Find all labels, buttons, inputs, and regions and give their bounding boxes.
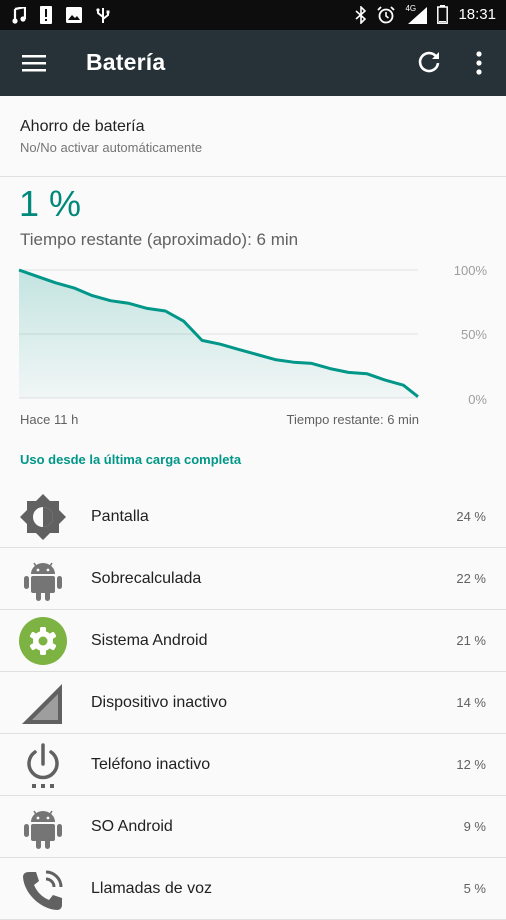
list-item-percent: 21 % bbox=[456, 633, 486, 648]
signal-bars-icon bbox=[22, 684, 62, 724]
phone-call-icon bbox=[23, 870, 63, 910]
brightness-icon bbox=[20, 494, 66, 540]
remaining-time: Tiempo restante (aproximado): 6 min bbox=[20, 230, 299, 249]
battery-icon bbox=[437, 5, 449, 24]
page-title: Batería bbox=[86, 49, 166, 75]
list-item[interactable]: Dispositivo inactivo 14 % bbox=[0, 672, 506, 734]
usb-icon bbox=[96, 7, 110, 23]
list-item-label: Pantalla bbox=[91, 508, 149, 525]
list-item[interactable]: Pantalla 24 % bbox=[0, 486, 506, 548]
refresh-icon[interactable] bbox=[416, 49, 442, 75]
battery-history-chart[interactable]: 100% 50% 0% bbox=[0, 258, 506, 408]
alert-icon bbox=[40, 6, 52, 24]
alarm-icon bbox=[377, 5, 396, 23]
list-item[interactable]: SO Android 9 % bbox=[0, 796, 506, 858]
chart-x-start-label: Hace 11 h bbox=[20, 412, 79, 427]
battery-percent: 1 % bbox=[19, 183, 82, 224]
android-icon bbox=[24, 562, 62, 601]
chart-y-tick-label: 100% bbox=[454, 263, 488, 278]
chart-y-tick-label: 50% bbox=[461, 327, 487, 342]
usage-section-header: Uso desde la última carga completa bbox=[20, 452, 242, 467]
list-item-label: Teléfono inactivo bbox=[91, 756, 211, 773]
more-vert-icon[interactable] bbox=[470, 50, 488, 76]
battery-saver-row[interactable]: Ahorro de batería No/No activar automáti… bbox=[0, 96, 506, 177]
battery-saver-title: Ahorro de batería bbox=[20, 118, 145, 135]
list-item-label: Llamadas de voz bbox=[91, 880, 212, 897]
list-item-percent: 5 % bbox=[463, 881, 486, 896]
list-item-label: Sistema Android bbox=[91, 632, 208, 649]
list-item-percent: 14 % bbox=[456, 695, 486, 710]
battery-saver-subtitle: No/No activar automáticamente bbox=[20, 140, 203, 155]
list-item[interactable]: Sistema Android 21 % bbox=[0, 610, 506, 672]
bluetooth-icon bbox=[355, 5, 367, 24]
settings-gear-icon bbox=[19, 617, 67, 665]
list-item[interactable]: Teléfono inactivo 12 % bbox=[0, 734, 506, 796]
list-item-percent: 9 % bbox=[463, 819, 486, 834]
list-item-percent: 22 % bbox=[456, 571, 486, 586]
list-item-label: SO Android bbox=[91, 818, 173, 835]
clock: 18:31 bbox=[458, 6, 496, 23]
android-icon bbox=[24, 810, 62, 849]
hamburger-menu-icon[interactable] bbox=[22, 52, 46, 74]
list-item-percent: 24 % bbox=[456, 509, 486, 524]
list-item-label: Dispositivo inactivo bbox=[91, 694, 228, 711]
chart-y-tick-label: 0% bbox=[468, 392, 487, 407]
app-toolbar: Batería bbox=[0, 30, 506, 96]
usage-list: Pantalla 24 % Sobrecalculada 22 % Sistem… bbox=[0, 486, 506, 920]
chart-x-end-label: Tiempo restante: 6 min bbox=[286, 412, 419, 427]
status-bar: 4G 18:31 bbox=[0, 0, 506, 30]
music-note-icon bbox=[12, 6, 26, 24]
signal-icon bbox=[408, 6, 428, 24]
list-item-percent: 12 % bbox=[456, 757, 486, 772]
list-item[interactable]: Sobrecalculada 22 % bbox=[0, 548, 506, 610]
list-item[interactable]: Llamadas de voz 5 % bbox=[0, 858, 506, 920]
power-icon bbox=[27, 743, 59, 788]
list-item-label: Sobrecalculada bbox=[91, 570, 202, 587]
image-icon bbox=[66, 7, 82, 23]
